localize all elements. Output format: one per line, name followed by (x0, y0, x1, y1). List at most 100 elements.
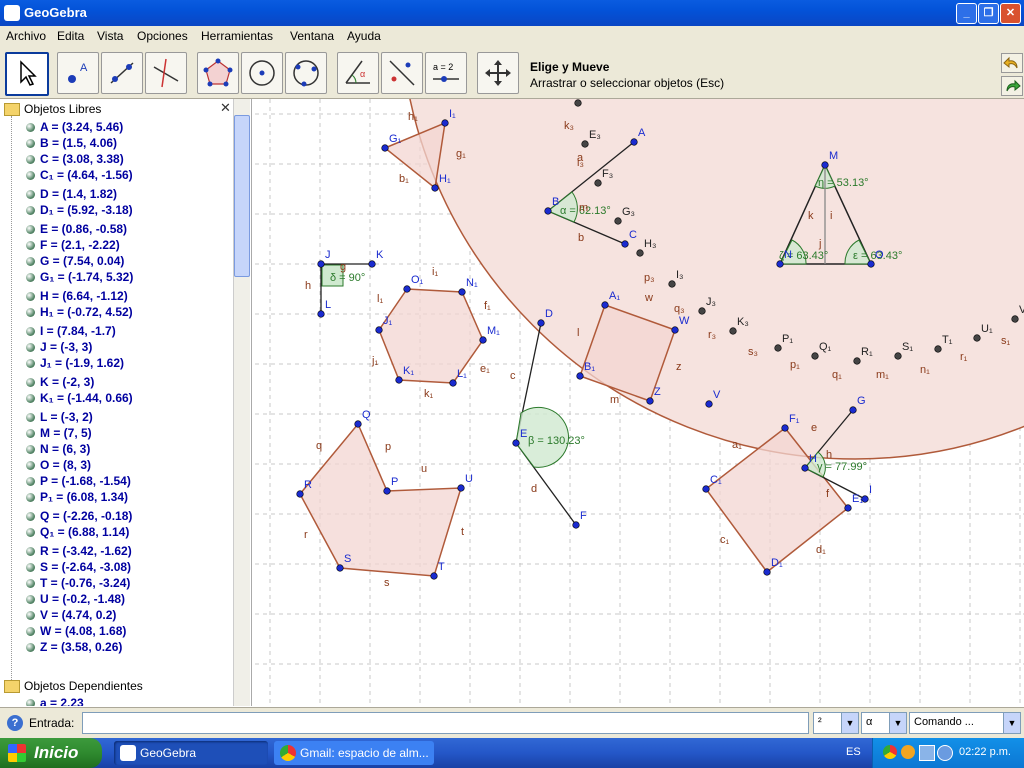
menu-ventana[interactable]: Ventana (290, 29, 334, 43)
visibility-dot-icon[interactable] (26, 292, 35, 302)
visibility-dot-icon[interactable] (26, 595, 35, 605)
list-item[interactable]: M = (7, 5) (26, 426, 92, 440)
list-item[interactable]: T = (-0.76, -3.24) (26, 576, 130, 590)
point-D[interactable] (537, 319, 545, 327)
perpendicular-tool[interactable] (145, 52, 187, 94)
algebra-scroll-thumb[interactable] (234, 115, 250, 277)
free-objects-folder[interactable]: Objetos Libres (4, 102, 101, 117)
list-item[interactable]: P = (-1.68, -1.54) (26, 474, 131, 488)
point-P₁[interactable] (774, 344, 782, 352)
point-G[interactable] (849, 406, 857, 414)
list-item[interactable]: I = (7.84, -1.7) (26, 324, 116, 338)
point-I₃[interactable] (668, 280, 676, 288)
point-I₁[interactable] (441, 119, 449, 127)
reflect-tool[interactable] (381, 52, 423, 94)
point-G₁[interactable] (381, 144, 389, 152)
circle-three-points-tool[interactable] (285, 52, 327, 94)
list-item[interactable]: D = (1.4, 1.82) (26, 187, 117, 201)
point-R₁[interactable] (853, 357, 861, 365)
list-item[interactable]: G = (7.54, 0.04) (26, 254, 124, 268)
list-item[interactable]: C₁ = (4.64, -1.56) (26, 168, 133, 182)
point-F[interactable] (572, 521, 580, 529)
visibility-dot-icon[interactable] (26, 139, 35, 149)
visibility-dot-icon[interactable] (26, 359, 35, 369)
point-Q₁[interactable] (811, 352, 819, 360)
point-P[interactable] (383, 487, 391, 495)
point-H₃[interactable] (636, 249, 644, 257)
visibility-dot-icon[interactable] (26, 627, 35, 637)
visibility-dot-icon[interactable] (26, 445, 35, 455)
polygon-tool[interactable] (197, 52, 239, 94)
list-item[interactable]: J₁ = (-1.9, 1.62) (26, 356, 124, 370)
chrome-tray-icon[interactable] (883, 745, 897, 759)
hexagon-j1-k1[interactable] (378, 288, 484, 384)
list-item[interactable]: a = 2.23 (26, 696, 84, 706)
point-L[interactable] (317, 310, 325, 318)
list-item[interactable]: Z = (3.58, 0.26) (26, 640, 122, 654)
slider-tool[interactable]: a = 2 (425, 52, 467, 94)
point-C[interactable] (621, 240, 629, 248)
list-item[interactable]: H = (6.64, -1.12) (26, 289, 128, 303)
menu-edita[interactable]: Edita (57, 29, 84, 43)
visibility-dot-icon[interactable] (26, 378, 35, 388)
visibility-dot-icon[interactable] (26, 273, 35, 283)
list-item[interactable]: F = (2.1, -2.22) (26, 238, 120, 252)
menu-herramientas[interactable]: Herramientas (201, 29, 273, 43)
point-F₁[interactable] (781, 424, 789, 432)
visibility-dot-icon[interactable] (26, 528, 35, 538)
point-F₃[interactable] (594, 179, 602, 187)
list-item[interactable]: U = (-0.2, -1.48) (26, 592, 125, 606)
polygon-q-p-u-t-s-r[interactable] (299, 422, 463, 577)
point-L₁[interactable] (449, 379, 457, 387)
angle-tool[interactable]: α (337, 52, 379, 94)
taskbar-item-geogebra[interactable]: GeoGebra (114, 741, 268, 765)
visibility-dot-icon[interactable] (26, 611, 35, 621)
point-T[interactable] (430, 572, 438, 580)
graphics-view[interactable]: α = 62.13° β = 130.23° γ = 77.99° δ = 90° η … (255, 99, 1024, 706)
redo-button[interactable] (1001, 76, 1023, 96)
point-E₃[interactable] (581, 140, 589, 148)
help-icon[interactable]: ? (7, 715, 23, 731)
list-item[interactable]: H₁ = (-0.72, 4.52) (26, 305, 133, 319)
visibility-dot-icon[interactable] (26, 493, 35, 503)
visibility-dot-icon[interactable] (26, 225, 35, 235)
move-graphics-tool[interactable] (477, 52, 519, 94)
visibility-dot-icon[interactable] (26, 257, 35, 267)
visibility-dot-icon[interactable] (26, 413, 35, 423)
visibility-dot-icon[interactable] (26, 308, 35, 318)
point-V[interactable] (705, 400, 713, 408)
point-E[interactable] (512, 439, 520, 447)
list-item[interactable]: O = (8, 3) (26, 458, 91, 472)
point-K₃[interactable] (729, 327, 737, 335)
point-D₃[interactable] (574, 99, 582, 107)
visibility-dot-icon[interactable] (26, 563, 35, 573)
visibility-dot-icon[interactable] (26, 547, 35, 557)
point-tool[interactable]: A (57, 52, 99, 94)
point-S₁[interactable] (894, 352, 902, 360)
list-item[interactable]: S = (-2.64, -3.08) (26, 560, 131, 574)
point-O₁[interactable] (403, 285, 411, 293)
close-algebra-icon[interactable]: ✕ (220, 100, 231, 116)
list-item[interactable]: D₁ = (5.92, -3.18) (26, 203, 133, 217)
taskbar-item-gmail[interactable]: Gmail: espacio de alm... (274, 741, 434, 765)
point-V₁[interactable] (1011, 315, 1019, 323)
network-tray-icon[interactable] (919, 745, 935, 761)
greek-dropdown[interactable]: α ▼ (861, 712, 907, 734)
point-R[interactable] (296, 490, 304, 498)
list-item[interactable]: K = (-2, 3) (26, 375, 94, 389)
visibility-dot-icon[interactable] (26, 394, 35, 404)
point-D₁[interactable] (763, 568, 771, 576)
visibility-dot-icon[interactable] (26, 461, 35, 471)
list-item[interactable]: K₁ = (-1.44, 0.66) (26, 391, 133, 405)
command-dropdown[interactable]: Comando ... ▼ (909, 712, 1021, 734)
point-O[interactable] (867, 260, 875, 268)
dependent-objects-folder[interactable]: Objetos Dependientes (4, 679, 143, 694)
list-item[interactable]: L = (-3, 2) (26, 410, 93, 424)
list-item[interactable]: A = (3.24, 5.46) (26, 120, 123, 134)
undo-button[interactable] (1001, 53, 1023, 73)
point-Z[interactable] (646, 397, 654, 405)
point-J[interactable] (317, 260, 325, 268)
point-U[interactable] (457, 484, 465, 492)
point-M₁[interactable] (479, 336, 487, 344)
list-item[interactable]: G₁ = (-1.74, 5.32) (26, 270, 133, 284)
